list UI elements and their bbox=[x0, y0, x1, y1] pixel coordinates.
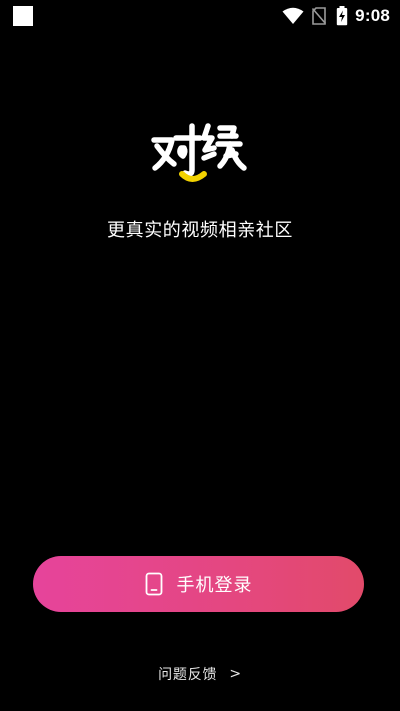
status-bar: 9:08 bbox=[0, 0, 400, 32]
status-icons: 9:08 bbox=[282, 4, 390, 28]
app-logo-mark bbox=[151, 123, 247, 182]
chevron-right-icon: > bbox=[229, 666, 242, 682]
phone-icon bbox=[145, 572, 162, 596]
notification-square-icon bbox=[13, 6, 33, 26]
no-sim-icon bbox=[312, 7, 327, 25]
wifi-icon bbox=[282, 7, 304, 24]
feedback-label: 问题反馈 bbox=[158, 667, 218, 683]
app-tagline: 更真实的视频相亲社区 bbox=[107, 220, 293, 241]
phone-login-label: 手机登录 bbox=[176, 575, 253, 596]
status-time: 9:08 bbox=[355, 6, 390, 25]
login-screen: 9:08 更真实的视频相亲社区 手机登录 问题反馈 > bbox=[0, 0, 400, 711]
app-logo bbox=[148, 118, 252, 190]
phone-login-button[interactable]: 手机登录 bbox=[33, 556, 364, 612]
feedback-link[interactable]: 问题反馈 > bbox=[0, 664, 400, 684]
battery-charging-icon bbox=[336, 6, 348, 26]
